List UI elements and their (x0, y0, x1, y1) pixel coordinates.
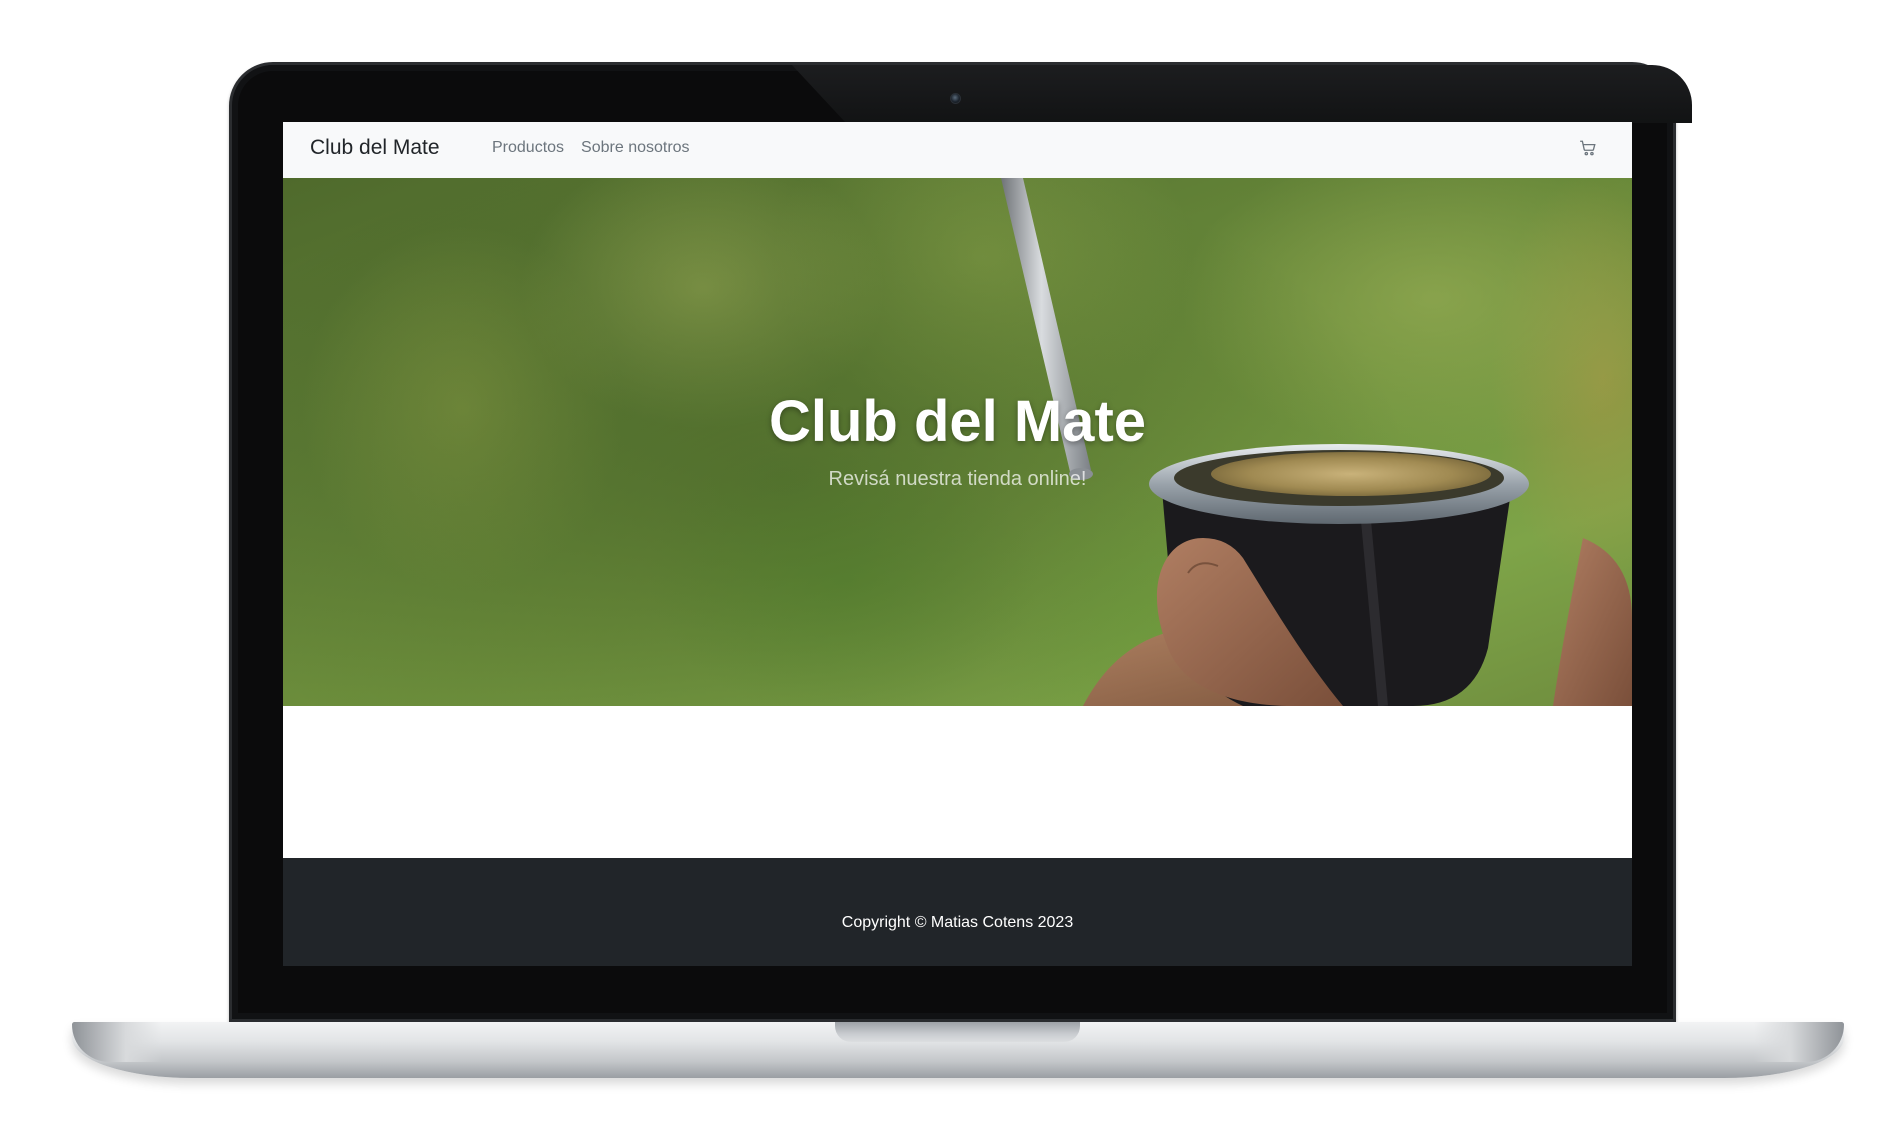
nav-link-sobre-nosotros[interactable]: Sobre nosotros (581, 139, 690, 157)
cart-icon[interactable] (1578, 138, 1598, 158)
browser-screen: Club del Mate Productos Sobre nosotros C… (283, 122, 1632, 966)
laptop-lid-notch (835, 1022, 1080, 1042)
hero-title: Club del Mate (768, 389, 1147, 454)
bezel-gloss (792, 65, 1692, 123)
nav-links: Productos Sobre nosotros (492, 139, 690, 157)
navbar-brand[interactable]: Club del Mate (310, 136, 440, 160)
navbar: Club del Mate Productos Sobre nosotros (283, 122, 1632, 178)
webcam-icon (950, 93, 961, 104)
hero-banner: Club del Mate Revisá nuestra tienda onli… (283, 178, 1632, 706)
hero-subtitle: Revisá nuestra tienda online! (828, 468, 1087, 490)
nav-link-productos[interactable]: Productos (492, 139, 564, 157)
footer: Copyright © Matias Cotens 2023 (283, 858, 1632, 966)
footer-copyright: Copyright © Matias Cotens 2023 (841, 914, 1074, 931)
laptop-mockup: Club del Mate Productos Sobre nosotros C… (0, 0, 1895, 1139)
